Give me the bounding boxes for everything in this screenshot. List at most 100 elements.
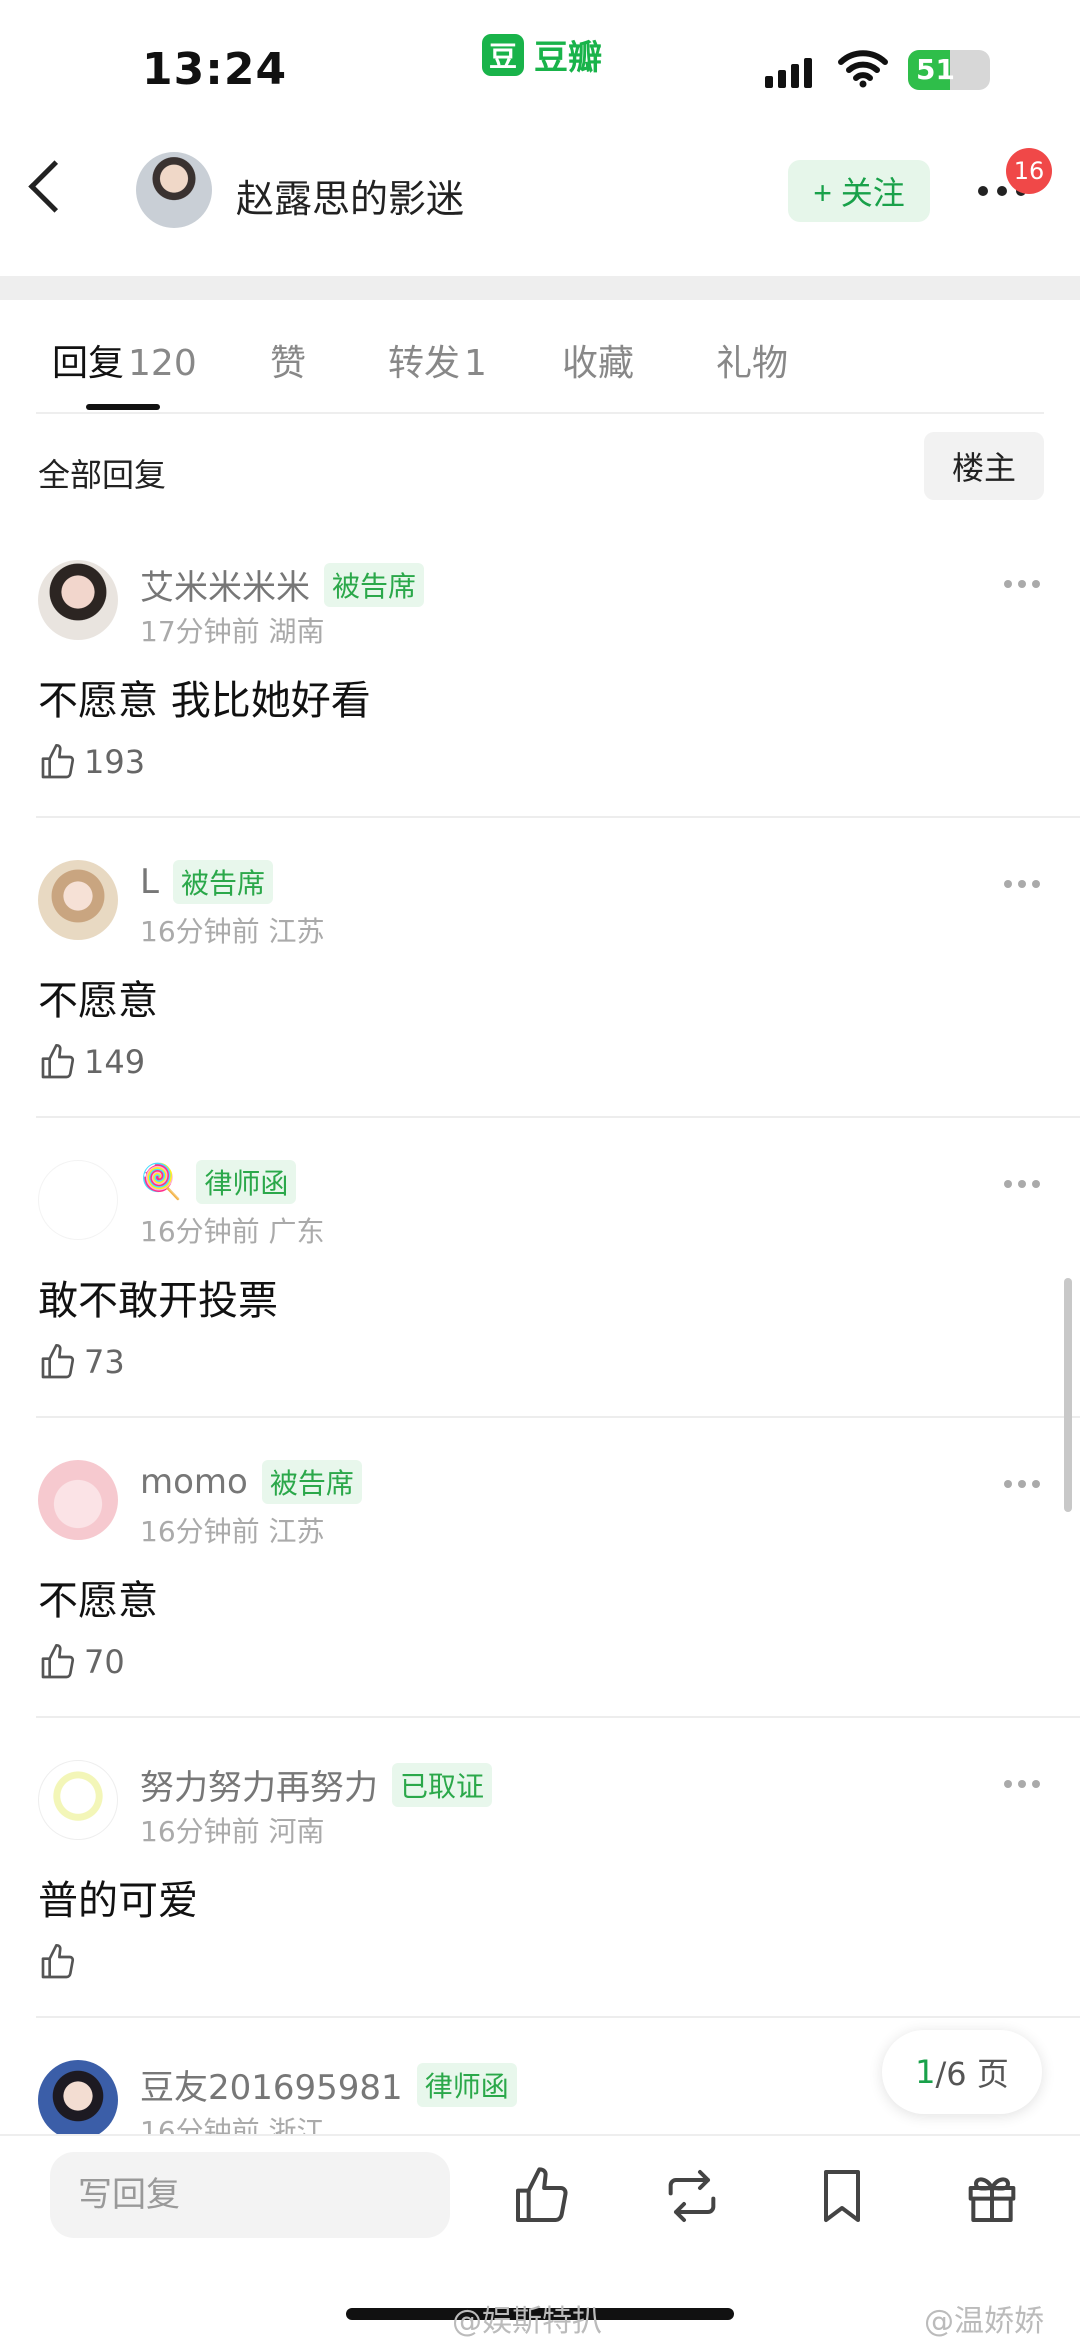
- gift-icon[interactable]: [960, 2164, 1024, 2228]
- comment-meta: 16分钟前 浙江: [140, 2110, 325, 2134]
- user-badge: 被告席: [172, 860, 273, 904]
- repost-icon[interactable]: [660, 2164, 724, 2228]
- username[interactable]: 🍭: [140, 1162, 182, 1202]
- like-count: 149: [84, 1043, 146, 1081]
- username[interactable]: 艾米米米米: [140, 560, 310, 609]
- page-total: /6 页: [935, 2055, 1009, 2093]
- group-avatar[interactable]: [136, 152, 212, 228]
- like-button[interactable]: 193: [38, 742, 145, 782]
- watermark-left: @娱斯特扒: [452, 2304, 602, 2339]
- tab-favorites[interactable]: 收藏: [562, 334, 634, 386]
- comment-meta: 16分钟前 广东: [140, 1210, 325, 1250]
- battery-percent: 51: [916, 53, 955, 86]
- page-title[interactable]: 赵露思的影迷: [236, 168, 464, 223]
- tab-count: 1: [464, 343, 487, 384]
- comment-item: 艾米米米米 被告席 17分钟前 湖南 不愿意 我比她好看 193: [0, 560, 1080, 860]
- tab-likes[interactable]: 赞: [270, 334, 306, 386]
- comment-header: 努力努力再努力 已取证: [140, 1760, 493, 1809]
- reply-input[interactable]: [50, 2152, 450, 2238]
- comment-text: 不愿意: [38, 1578, 158, 1624]
- app-name: 豆瓣: [534, 38, 602, 78]
- user-badge: 被告席: [261, 1460, 362, 1504]
- tab-label: 收藏: [562, 343, 635, 384]
- bookmark-icon[interactable]: [810, 2164, 874, 2228]
- comment-time: 16分钟前: [140, 915, 260, 948]
- comment-location: 江苏: [268, 1515, 325, 1548]
- username[interactable]: 豆友201695981: [140, 2060, 403, 2109]
- comment-divider: [36, 1116, 1080, 1118]
- like-count: 70: [84, 1643, 125, 1681]
- comment-more-icon[interactable]: [1004, 580, 1040, 588]
- follow-button[interactable]: + 关注: [788, 160, 930, 222]
- tab-label: 转发: [388, 343, 461, 384]
- all-replies-label: 全部回复: [38, 456, 167, 494]
- comment-item: 🍭 律师函 16分钟前 广东 敢不敢开投票 73: [0, 1160, 1080, 1460]
- tab-reposts[interactable]: 转发 1: [388, 334, 487, 386]
- comment-divider: [36, 1716, 1080, 1718]
- user-avatar[interactable]: [38, 560, 118, 640]
- user-badge: 被告席: [324, 562, 425, 607]
- op-only-button[interactable]: 楼主: [924, 432, 1044, 500]
- comment-text: 不愿意: [38, 978, 158, 1024]
- comment-header: L 被告席: [140, 860, 273, 904]
- comment-header: 🍭 律师函: [140, 1160, 297, 1204]
- comment-text: 敢不敢开投票: [38, 1278, 278, 1324]
- username[interactable]: momo: [140, 1462, 248, 1502]
- comment-more-icon[interactable]: [1004, 1780, 1040, 1788]
- tab-replies[interactable]: 回复 120: [52, 334, 197, 386]
- tab-gifts[interactable]: 礼物: [716, 334, 788, 386]
- like-button[interactable]: 70: [38, 1642, 125, 1682]
- comment-item: 努力努力再努力 已取证 16分钟前 河南 普的可爱: [0, 1760, 1080, 2060]
- user-avatar[interactable]: [38, 1460, 118, 1540]
- tab-label: 回复: [52, 343, 125, 384]
- tab-count: 120: [128, 343, 197, 384]
- comment-location: 广东: [268, 1215, 325, 1248]
- current-page: 1: [915, 2053, 936, 2091]
- tab-label: 赞: [270, 343, 307, 384]
- comment-location: 河南: [268, 1815, 325, 1848]
- user-badge: 律师函: [416, 2062, 517, 2107]
- thumbs-up-icon: [41, 744, 75, 779]
- user-avatar[interactable]: [38, 860, 118, 940]
- scrollbar[interactable]: [1064, 1278, 1072, 1512]
- comment-text: 普的可爱: [38, 1878, 198, 1924]
- comment-time: 17分钟前: [140, 615, 260, 648]
- user-badge: 律师函: [196, 1160, 297, 1204]
- watermark-right: @温娇娇: [924, 2304, 1044, 2339]
- comment-time: 16分钟前: [140, 2115, 260, 2134]
- comment-header: 豆友201695981 律师函: [140, 2060, 517, 2109]
- comment-time: 16分钟前: [140, 1215, 260, 1248]
- comment-item: L 被告席 16分钟前 江苏 不愿意 149: [0, 860, 1080, 1160]
- section-divider: [0, 276, 1080, 300]
- comment-item: momo 被告席 16分钟前 江苏 不愿意 70: [0, 1460, 1080, 1760]
- comment-location: 湖南: [268, 615, 325, 648]
- thumbs-up-icon: [41, 1344, 75, 1379]
- username[interactable]: L: [140, 862, 159, 902]
- like-button[interactable]: [38, 1942, 78, 1982]
- comment-meta: 16分钟前 江苏: [140, 910, 325, 950]
- page-indicator[interactable]: 1/6 页: [882, 2030, 1042, 2114]
- like-button[interactable]: 149: [38, 1042, 145, 1082]
- like-count: 73: [84, 1343, 125, 1381]
- comment-divider: [36, 816, 1080, 818]
- status-time: 13:24: [142, 44, 288, 95]
- active-tab-indicator: [86, 404, 160, 410]
- comment-more-icon[interactable]: [1004, 880, 1040, 888]
- comment-header: momo 被告席: [140, 1460, 362, 1504]
- username[interactable]: 努力努力再努力: [140, 1760, 378, 1809]
- battery-indicator: 51: [908, 50, 990, 90]
- like-button[interactable]: 73: [38, 1342, 125, 1382]
- comment-text: 不愿意 我比她好看: [38, 678, 371, 724]
- back-icon[interactable]: [28, 160, 81, 213]
- comment-more-icon[interactable]: [1004, 1180, 1040, 1188]
- like-post-icon[interactable]: [510, 2164, 574, 2228]
- app-badge: 豆 豆瓣: [482, 30, 602, 79]
- wifi-icon: [838, 50, 888, 88]
- user-badge: 已取证: [392, 1762, 493, 1807]
- comment-more-icon[interactable]: [1004, 1480, 1040, 1488]
- user-avatar[interactable]: [38, 1160, 118, 1240]
- comment-divider: [36, 2016, 1080, 2018]
- user-avatar[interactable]: [38, 1760, 118, 1840]
- comment-location: 浙江: [268, 2115, 325, 2134]
- user-avatar[interactable]: [38, 2060, 118, 2134]
